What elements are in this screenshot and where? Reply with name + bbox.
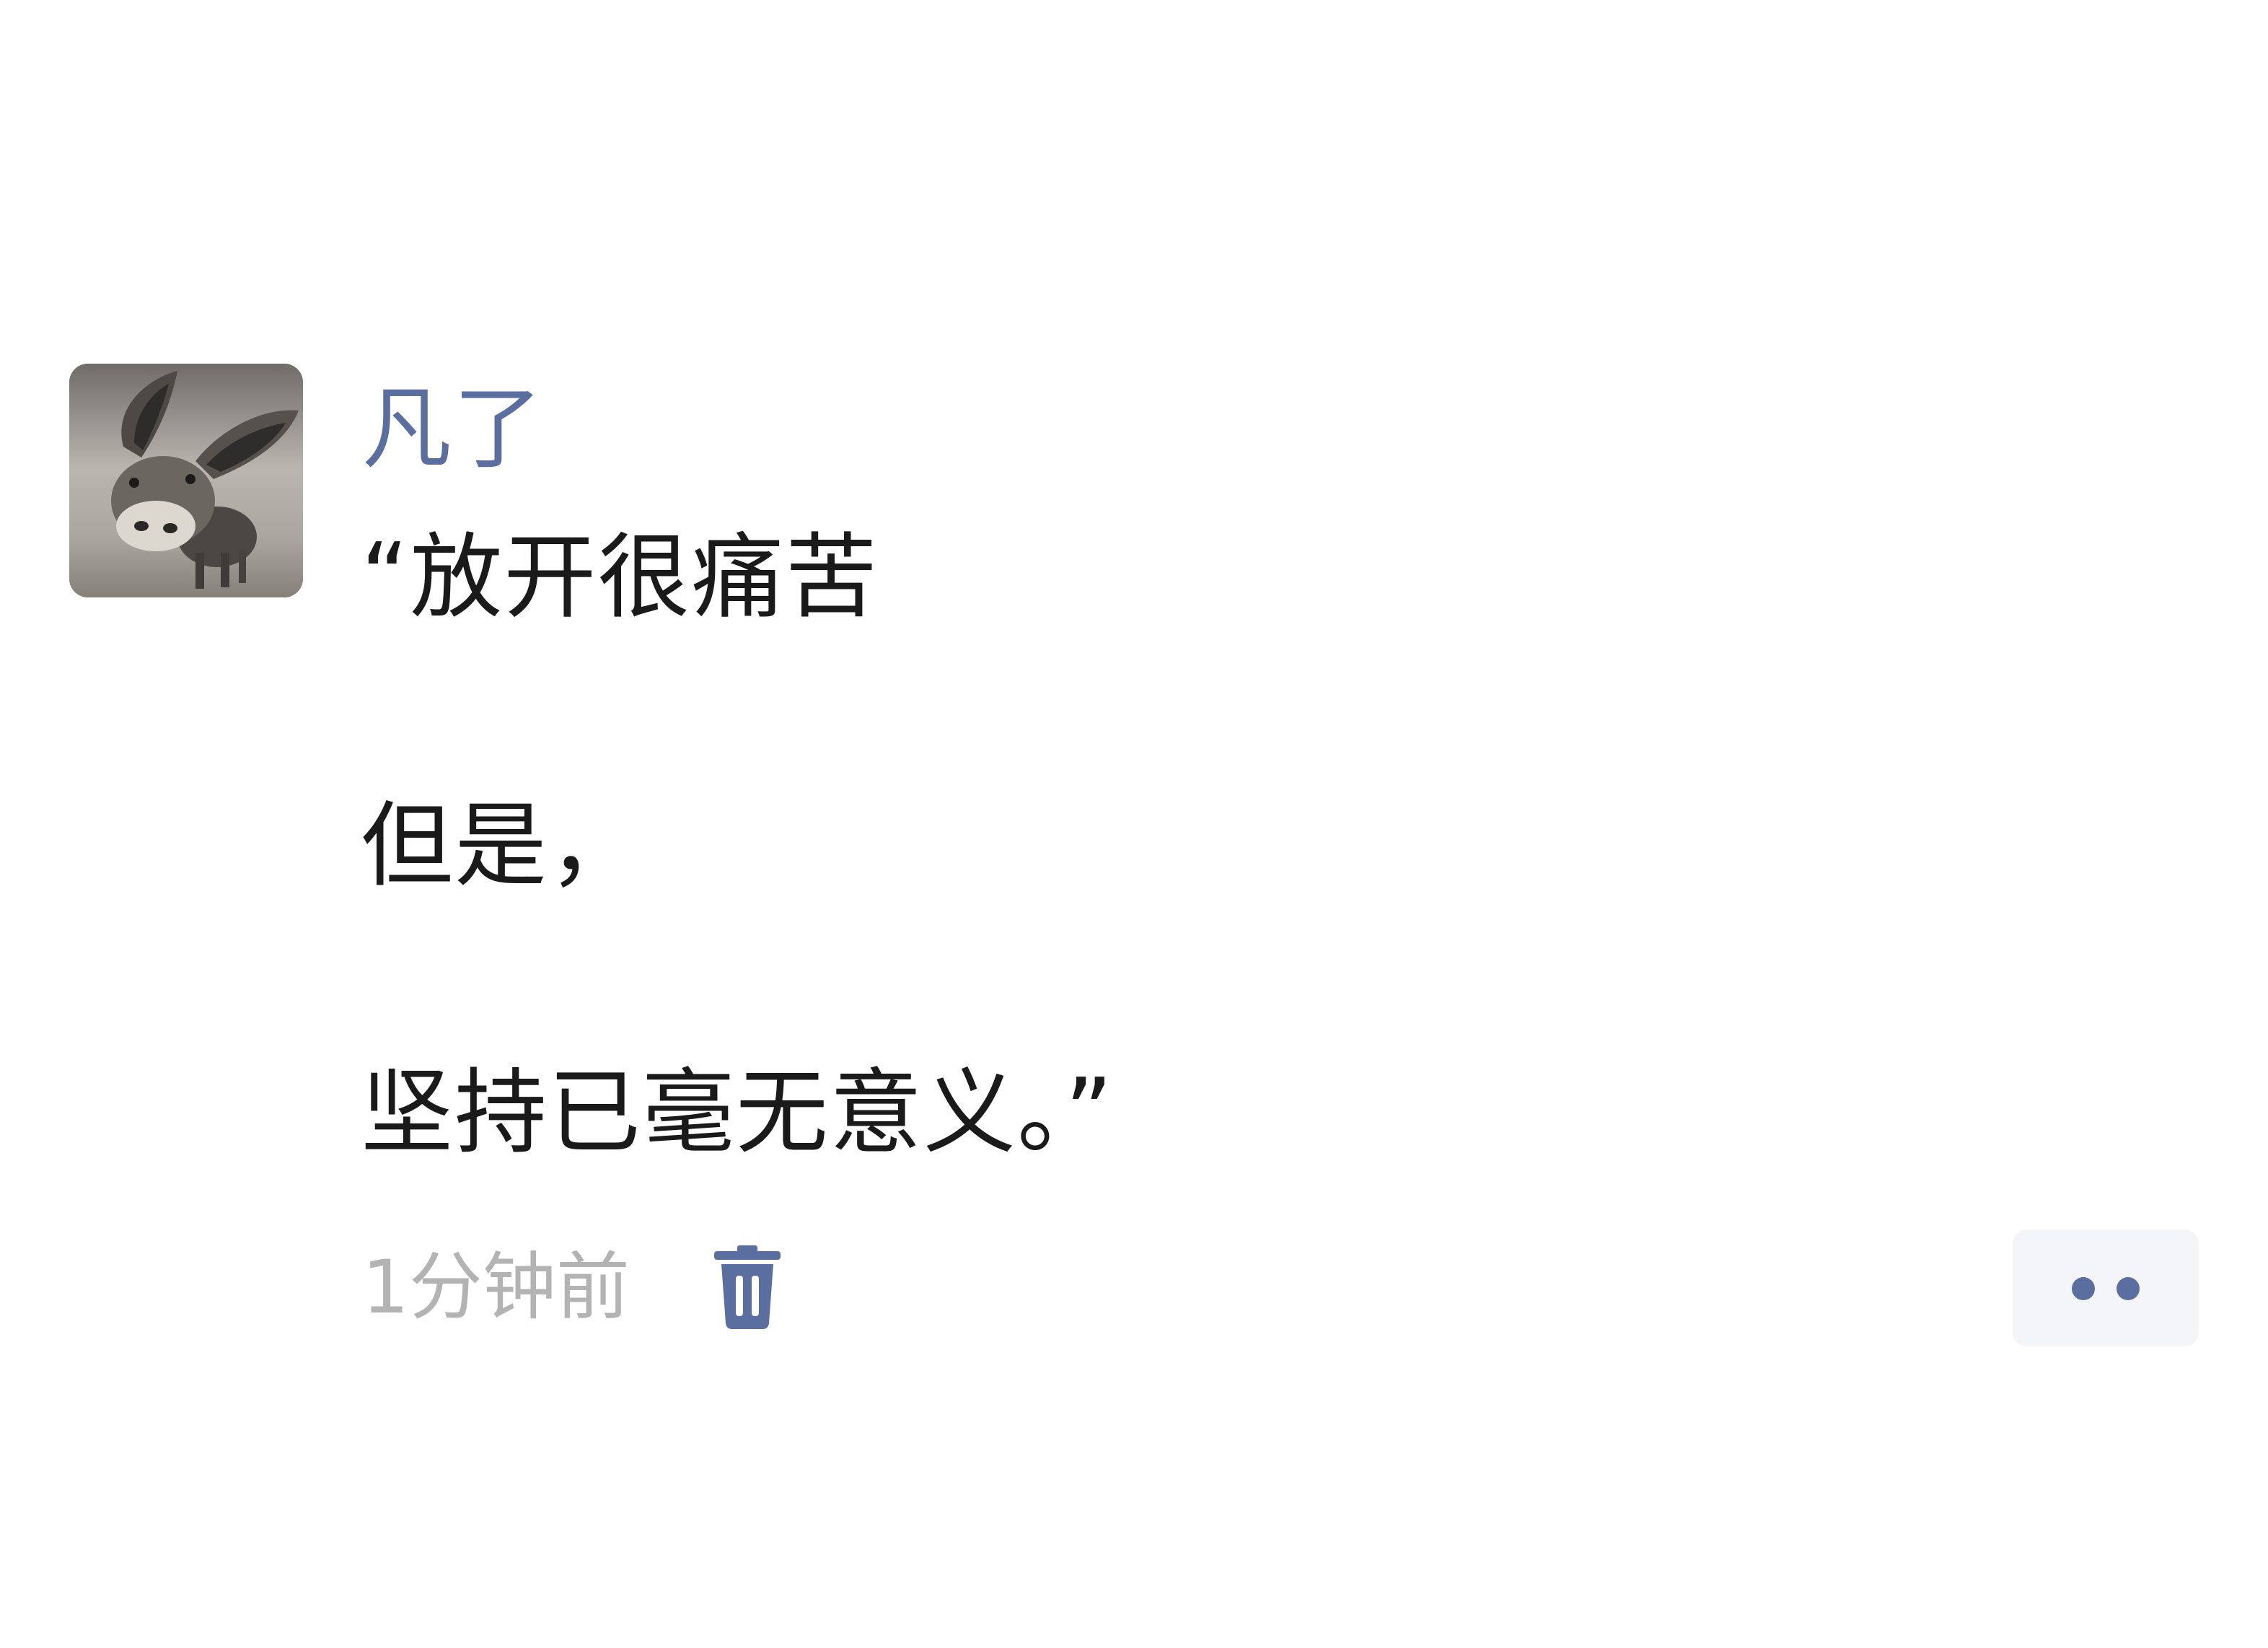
post-text-line: 但是， xyxy=(361,792,643,900)
more-dots-icon xyxy=(2072,1277,2140,1300)
post-text-line: “放开很痛苦 xyxy=(361,524,879,631)
avatar[interactable] xyxy=(69,364,303,597)
post-text-line: 坚持已毫无意义。” xyxy=(361,1059,1115,1167)
more-options-button[interactable] xyxy=(2013,1230,2199,1346)
author-name[interactable]: 凡了 xyxy=(362,375,544,483)
trash-icon xyxy=(714,1245,781,1329)
donkey-avatar-icon xyxy=(69,364,303,597)
moment-post: 凡了 “放开很痛苦 但是， 坚持已毫无意义。” 1分钟前 xyxy=(0,0,2268,1648)
post-timestamp: 1分钟前 xyxy=(362,1245,630,1331)
delete-button[interactable] xyxy=(711,1245,783,1329)
